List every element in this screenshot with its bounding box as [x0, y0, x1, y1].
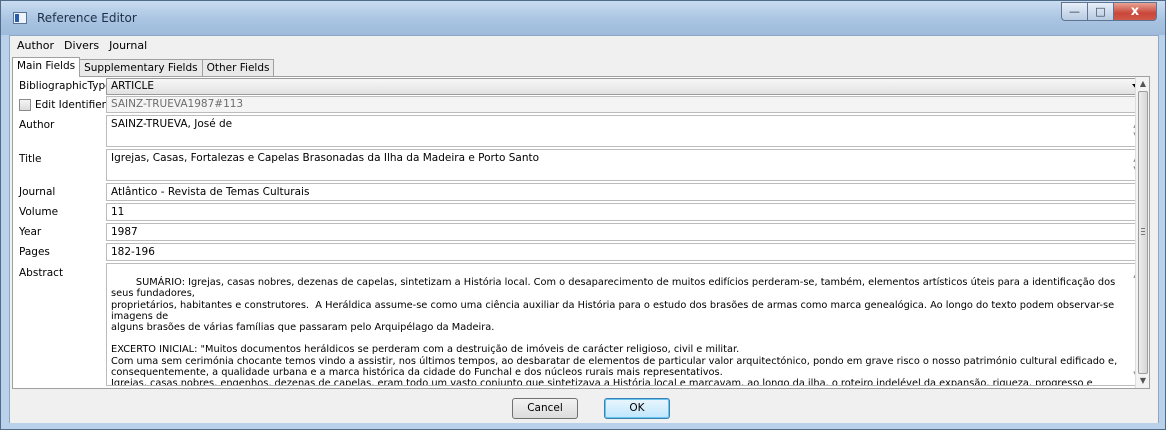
tab-other-fields[interactable]: Other Fields: [201, 59, 275, 77]
journal-label: Journal: [19, 186, 56, 198]
cancel-button[interactable]: Cancel: [512, 398, 578, 419]
author-field[interactable]: SAINZ-TRUEVA, José de ▲▼: [106, 115, 1145, 147]
title-value: Igrejas, Casas, Fortalezas e Capelas Bra…: [111, 152, 540, 164]
menu-journal[interactable]: Journal: [104, 36, 152, 56]
bibliographic-type-select[interactable]: ARTICLE: [106, 78, 1145, 95]
abstract-value: SUMÁRIO: Igrejas, casas nobres, dezenas …: [111, 277, 1118, 386]
title-label: Title: [19, 153, 42, 165]
maximize-icon: □: [1095, 5, 1106, 18]
scroll-down-arrow-icon[interactable]: ▼: [1136, 374, 1150, 388]
title-bar[interactable]: Reference Editor — □ x: [1, 1, 1165, 35]
identifier-field: SAINZ-TRUEVA1987#113: [106, 96, 1145, 113]
author-label: Author: [19, 119, 55, 131]
app-window-icon: [13, 12, 27, 24]
panel-scrollbar[interactable]: ▲ ▼: [1135, 77, 1149, 388]
year-field[interactable]: 1987: [106, 223, 1145, 241]
main-fields-panel: BibliographicType ARTICLE Edit Identifie…: [12, 76, 1150, 389]
volume-field[interactable]: 11: [106, 203, 1145, 221]
close-button[interactable]: x: [1113, 2, 1157, 21]
year-label: Year: [19, 226, 42, 238]
title-field[interactable]: Igrejas, Casas, Fortalezas e Capelas Bra…: [106, 149, 1145, 181]
close-icon: x: [1130, 4, 1140, 19]
edit-identifier-checkbox[interactable]: [19, 99, 31, 111]
reference-editor-window: Reference Editor — □ x Author Divers Jou…: [0, 0, 1166, 430]
scrollbar-thumb[interactable]: [1138, 91, 1148, 374]
bibliographic-type-label: BibliographicType: [19, 80, 112, 92]
abstract-field[interactable]: SUMÁRIO: Igrejas, casas nobres, dezenas …: [106, 263, 1145, 386]
window-title: Reference Editor: [37, 11, 137, 25]
tab-supplementary-fields[interactable]: Supplementary Fields: [79, 59, 203, 77]
button-bar: Cancel OK: [10, 391, 1158, 423]
tab-bar: Main Fields Supplementary Fields Other F…: [12, 57, 275, 77]
journal-field[interactable]: Atlântico - Revista de Temas Culturais: [106, 183, 1145, 201]
maximize-button[interactable]: □: [1087, 2, 1113, 21]
menu-author[interactable]: Author: [10, 36, 59, 56]
menu-divers[interactable]: Divers: [59, 36, 104, 56]
pages-field[interactable]: 182-196: [106, 243, 1145, 261]
caption-buttons: — □ x: [1061, 2, 1157, 21]
edit-identifier-label: Edit Identifier: [35, 99, 106, 111]
grip-icon: [1141, 228, 1145, 235]
scroll-up-arrow-icon[interactable]: ▲: [1136, 77, 1150, 91]
minimize-button[interactable]: —: [1061, 2, 1087, 21]
bibliographic-type-value: ARTICLE: [111, 80, 155, 92]
abstract-label: Abstract: [19, 267, 64, 279]
minimize-icon: —: [1069, 5, 1080, 18]
ok-button[interactable]: OK: [604, 398, 670, 419]
menu-bar: Author Divers Journal: [10, 36, 1158, 56]
volume-label: Volume: [19, 206, 59, 218]
tab-main-fields[interactable]: Main Fields: [12, 57, 81, 77]
author-value: SAINZ-TRUEVA, José de: [111, 118, 233, 130]
pages-label: Pages: [19, 246, 50, 258]
client-area: Author Divers Journal Main Fields Supple…: [9, 35, 1159, 423]
